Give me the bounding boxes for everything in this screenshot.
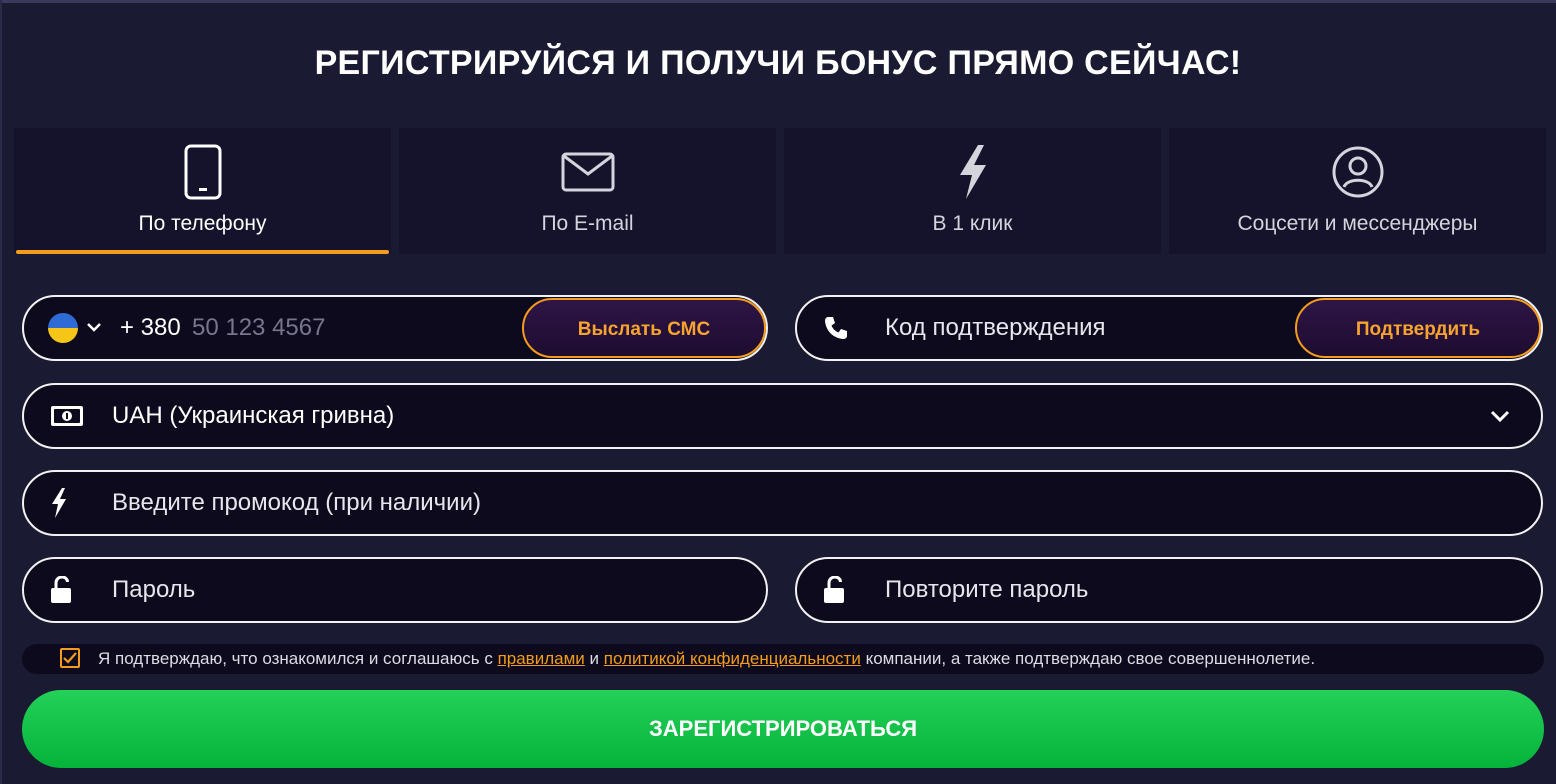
- register-button[interactable]: ЗАРЕГИСТРИРОВАТЬСЯ: [22, 690, 1544, 768]
- privacy-policy-link[interactable]: политикой конфиденциальности: [604, 649, 861, 668]
- checkmark-icon: [63, 652, 77, 664]
- lightning-icon: [50, 472, 68, 534]
- agreement-text-before: Я подтверждаю, что ознакомился и соглаша…: [98, 649, 493, 668]
- send-sms-button[interactable]: Выслать СМС: [522, 298, 766, 358]
- chevron-down-icon[interactable]: [86, 317, 102, 342]
- unlock-icon: [50, 559, 72, 621]
- unlock-icon: [823, 559, 845, 621]
- envelope-icon: [399, 144, 776, 200]
- confirm-button[interactable]: Подтвердить: [1295, 298, 1541, 358]
- rules-link[interactable]: правилами: [498, 649, 585, 668]
- confirmation-code-input[interactable]: Код подтверждения: [885, 297, 1106, 359]
- tab-label: По телефону: [138, 212, 267, 235]
- tab-by-phone[interactable]: По телефону: [14, 128, 391, 254]
- phone-input[interactable]: 50 123 4567: [192, 297, 325, 359]
- agreement-text-after: компании, а также подтверждаю свое совер…: [865, 649, 1316, 668]
- tab-social-messengers[interactable]: Соцсети и мессенджеры: [1169, 128, 1546, 254]
- repeat-password-field[interactable]: Повторите пароль: [795, 557, 1543, 623]
- confirmation-code-field[interactable]: Код подтверждения Подтвердить: [795, 295, 1543, 361]
- promo-code-field[interactable]: Введите промокод (при наличии): [22, 470, 1543, 536]
- page-title: РЕГИСТРИРУЙСЯ И ПОЛУЧИ БОНУС ПРЯМО СЕЙЧА…: [314, 44, 1242, 82]
- tab-by-email[interactable]: По E-mail: [399, 128, 776, 254]
- currency-selected-value: UAH (Украинская гривна): [112, 402, 395, 429]
- tab-label: В 1 клик: [932, 212, 1013, 235]
- lightning-icon: [784, 144, 1161, 200]
- agreement-row: Я подтверждаю, что ознакомился и соглаша…: [22, 644, 1544, 674]
- phone-prefix: + 380: [120, 314, 181, 341]
- currency-select[interactable]: UAH (Украинская гривна): [22, 383, 1543, 449]
- registration-method-tabs: По телефону По E-mail В 1 клик Соцсети и…: [14, 128, 1546, 254]
- window-left-border: [0, 0, 2, 784]
- banknote-icon: [50, 385, 84, 447]
- agreement-and: и: [589, 649, 600, 668]
- password-field[interactable]: Пароль: [22, 557, 768, 623]
- user-circle-icon: [1169, 144, 1546, 200]
- password-input[interactable]: Пароль: [112, 559, 195, 621]
- tab-label: Соцсети и мессенджеры: [1237, 212, 1478, 235]
- phone-icon: [14, 144, 391, 200]
- agreement-checkbox[interactable]: [60, 648, 80, 668]
- window-top-border: [0, 0, 1556, 3]
- promo-code-input[interactable]: Введите промокод (при наличии): [112, 472, 481, 534]
- tab-one-click[interactable]: В 1 клик: [784, 128, 1161, 254]
- tab-label: По E-mail: [541, 212, 634, 235]
- chevron-down-icon[interactable]: [1489, 405, 1511, 432]
- ukraine-flag-icon[interactable]: [48, 313, 78, 343]
- active-tab-indicator: [16, 250, 389, 254]
- phone-handset-icon: [823, 297, 849, 359]
- phone-field: + 380 50 123 4567 Выслать СМС: [22, 295, 768, 361]
- repeat-password-input[interactable]: Повторите пароль: [885, 559, 1088, 621]
- agreement-text: Я подтверждаю, что ознакомился и соглаша…: [98, 644, 1315, 674]
